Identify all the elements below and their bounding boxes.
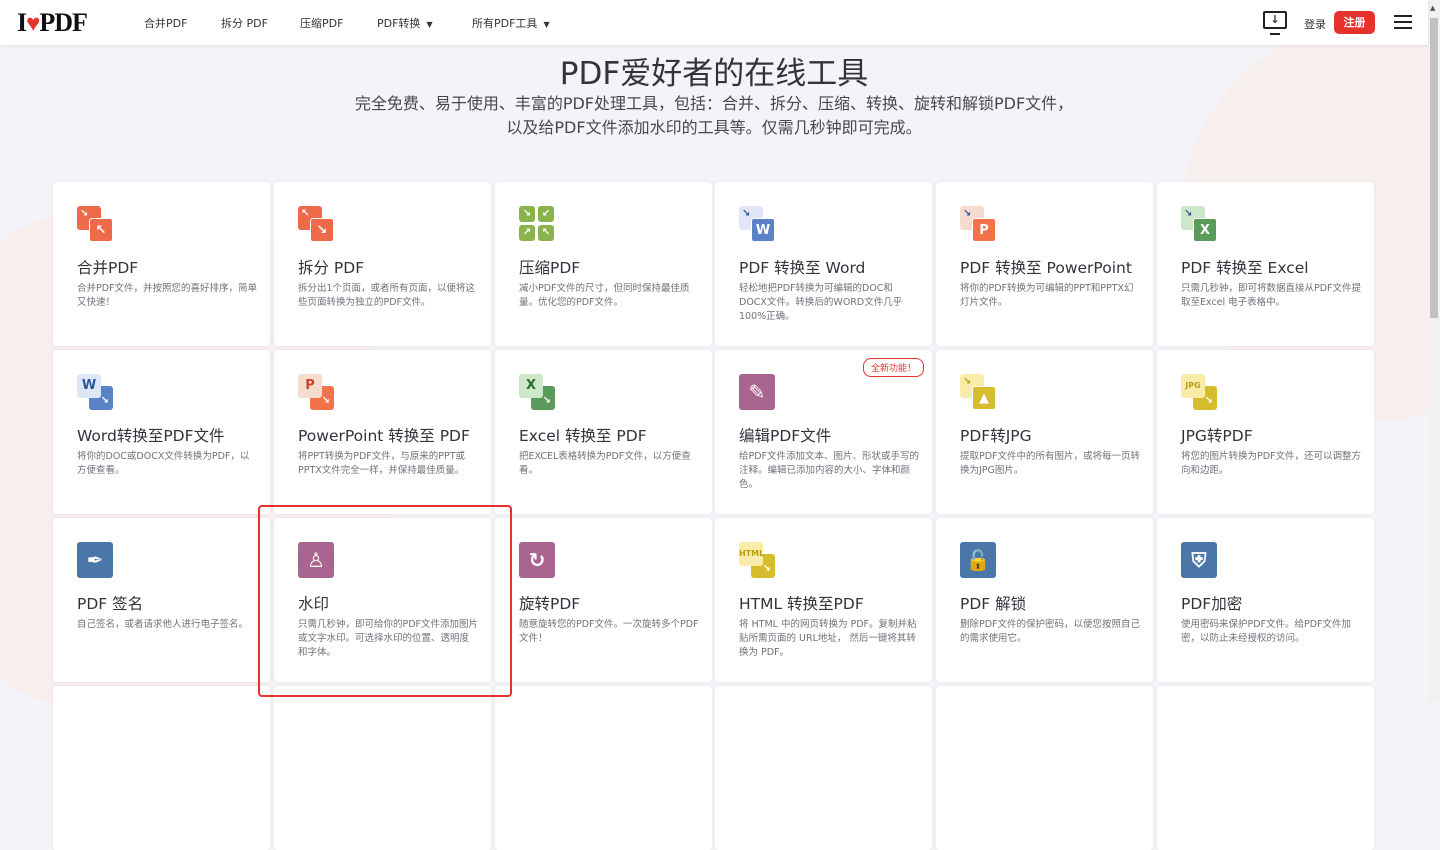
nav-split[interactable]: 拆分 PDF [221, 15, 268, 31]
tool-description: 拆分出1个页面，或者所有页面，以便将这些页面转换为独立的PDF文件。 [298, 283, 476, 308]
hamburger-menu-icon[interactable] [1394, 15, 1412, 29]
tool-description: 提取PDF文件中的所有图片，或将每一页转换为JPG图片。 [960, 451, 1141, 476]
tool-card[interactable]: ↘ ▲ PDF转JPG 提取PDF文件中的所有图片，或将每一页转换为JPG图片。 [936, 350, 1153, 514]
tool-card[interactable]: ↘ ↖ 合并PDF 合并PDF文件，并按照您的喜好排序，简单又快速！ [53, 182, 270, 346]
tool-card[interactable]: ↖ ↘ 拆分 PDF 拆分出1个页面，或者所有页面，以便将这些页面转换为独立的PDF文… [274, 182, 491, 346]
nav-convert-label: PDF转换 [377, 17, 421, 30]
scrollbar-thumb[interactable] [1430, 18, 1438, 318]
nav-all-tools-label: 所有PDF工具 [472, 17, 538, 30]
tool-card[interactable] [53, 686, 270, 850]
login-link[interactable]: 登录 [1304, 16, 1326, 32]
page-subtitle: 完全免费、易于使用、丰富的PDF处理工具，包括：合并、拆分、压缩、转换、旋转和解… [354, 94, 1074, 137]
tool-card[interactable]: ↘ ↙ ↗ ↖ 压缩PDF 减小PDF文件的尺寸，但同时保持最佳质量。优化您的PDF文件。 [495, 182, 712, 346]
pdf-to-word-icon: ↘ W [739, 206, 775, 242]
tool-description: 使用密码来保护PDF文件。给PDF文件加密，以防止未经授权的访问。 [1181, 619, 1352, 644]
ilovepdf-logo[interactable]: I♥PDF [17, 8, 88, 38]
tool-title: PDF 解锁 [960, 595, 1027, 613]
tool-description: 轻松地把PDF转换为可编辑的DOC和DOCX文件。转换后的WORD文件几乎100… [739, 283, 903, 322]
tool-title: PDF 签名 [77, 595, 144, 613]
register-button[interactable]: 注册 [1334, 11, 1375, 34]
tool-description: 减小PDF文件的尺寸，但同时保持最佳质量。优化您的PDF文件。 [519, 283, 690, 308]
tool-title: PDF转JPG [960, 427, 1032, 445]
rotate-icon: ↻ [519, 542, 555, 578]
powerpoint-to-pdf-icon: ↘ P [298, 374, 334, 410]
tool-description: 将你的PDF转换为可编辑的PPT和PPTX幻灯片文件。 [960, 283, 1134, 308]
tool-description: 给PDF文件添加文本、图片、形状或手写的注释。编辑已添加内容的大小、字体和颜色。 [739, 451, 920, 490]
tool-description: 将PPT转换为PDF文件，与原来的PPT或PPTX文件完全一样，并保持最佳质量。 [298, 451, 466, 476]
tool-description: 合并PDF文件，并按照您的喜好排序，简单又快速！ [77, 283, 258, 308]
page-title: PDF爱好者的在线工具 [559, 56, 869, 92]
caret-down-icon: ▼ [426, 20, 433, 29]
tool-title: 合并PDF [77, 259, 139, 277]
tool-card[interactable] [495, 686, 712, 850]
tool-title: 压缩PDF [519, 259, 581, 277]
tool-card[interactable]: ↘ JPG JPG转PDF 将您的图片转换为PDF文件，还可以调整方向和边距。 [1157, 350, 1374, 514]
tool-title: PDF 转换至 Word [739, 259, 866, 277]
tool-card[interactable]: ✒ PDF 签名自己签名，或者请求他人进行电子签名。 [53, 518, 270, 682]
tool-title: JPG转PDF [1181, 427, 1253, 445]
tool-title: 编辑PDF文件 [739, 427, 832, 445]
top-nav: I♥PDF 合并PDF 拆分 PDF 压缩PDF PDF转换 ▼ 所有PDF工具 ▼… [0, 0, 1428, 45]
merge-icon: ↘ ↖ [77, 206, 113, 242]
edit-pdf-icon: ✎ [739, 374, 775, 410]
tool-card[interactable]: ↻ 旋转PDF 随意旋转您的PDF文件。一次旋转多个PDF文件！ [495, 518, 712, 682]
tool-card[interactable]: ↘ W PDF 转换至 Word 轻松地把PDF转换为可编辑的DOC和DOCX文件。转… [715, 182, 932, 346]
tool-description: 将 HTML 中的网页转换为 PDF。复制并粘贴所需页面的 URL地址， 然后一… [739, 619, 917, 658]
shield-lock-icon: ⛨ [1181, 542, 1217, 578]
tool-title: 旋转PDF [519, 595, 581, 613]
tool-card[interactable]: ✎ 编辑PDF文件给PDF文件添加文本、图片、形状或手写的注释。编辑已添加内容的大… [715, 350, 932, 514]
nav-merge[interactable]: 合并PDF [144, 15, 187, 31]
tool-description: 自己签名，或者请求他人进行电子签名。 [77, 619, 249, 630]
tool-card[interactable]: 🔓 PDF 解锁删除PDF文件的保护密码，以便您按照自己的需求使用它。 [936, 518, 1153, 682]
tool-description: 随意旋转您的PDF文件。一次旋转多个PDF文件！ [519, 619, 699, 644]
tool-title: PDF 转换至 PowerPoint [960, 259, 1132, 277]
desktop-download-icon[interactable]: ↓ [1263, 11, 1287, 35]
tool-card[interactable] [715, 686, 932, 850]
tool-title: Excel 转换至 PDF [519, 427, 647, 445]
tool-title: HTML 转换至PDF [739, 595, 864, 613]
tool-description: 只需几秒钟，即可将数据直接从PDF文件提取至Excel 电子表格中。 [1181, 283, 1362, 308]
tool-description: 把EXCEL表格转换为PDF文件，以方便查看。 [519, 451, 691, 476]
highlight-box [258, 505, 512, 697]
tool-description: 将您的图片转换为PDF文件，还可以调整方向和边距。 [1181, 451, 1362, 476]
scrollbar[interactable]: ▲ [1428, 0, 1440, 701]
nav-all-tools-dropdown[interactable]: 所有PDF工具 ▼ [472, 15, 550, 31]
sign-pen-icon: ✒ [77, 542, 113, 578]
tool-title: PowerPoint 转换至 PDF [298, 427, 470, 445]
pdf-to-powerpoint-icon: ↘ P [960, 206, 996, 242]
excel-to-pdf-icon: ↘ X [519, 374, 555, 410]
tool-description: 删除PDF文件的保护密码，以便您按照自己的需求使用它。 [960, 619, 1141, 644]
tool-card[interactable] [936, 686, 1153, 850]
caret-down-icon: ▼ [543, 20, 550, 29]
html-to-pdf-icon: ↘ HTML [739, 542, 775, 578]
nav-convert-dropdown[interactable]: PDF转换 ▼ [377, 15, 433, 31]
new-feature-badge: 全新功能！ [862, 358, 924, 377]
tool-card[interactable]: ↘ X PDF 转换至 Excel 只需几秒钟，即可将数据直接从PDF文件提取至Exc… [1157, 182, 1374, 346]
tool-title: PDF加密 [1181, 595, 1243, 613]
tool-description: 将你的DOC或DOCX文件转换为PDF，以方便查看。 [77, 451, 250, 476]
tool-card[interactable]: ↘ X Excel 转换至 PDF 把EXCEL表格转换为PDF文件，以方便查看。 [495, 350, 712, 514]
split-icon: ↖ ↘ [298, 206, 334, 242]
word-to-pdf-icon: ↘ W [77, 374, 113, 410]
tool-title: PDF 转换至 Excel [1181, 259, 1309, 277]
tool-card[interactable]: ↘ W Word转换至PDF文件将你的DOC或DOCX文件转换为PDF，以方便查看。 [53, 350, 270, 514]
tool-card[interactable]: ⛨ PDF加密使用密码来保护PDF文件。给PDF文件加密，以防止未经授权的访问。 [1157, 518, 1374, 682]
tool-card[interactable]: ↘ P PowerPoint 转换至 PDF 将PPT转换为PDF文件，与原来的PPT… [274, 350, 491, 514]
pdf-to-jpg-icon: ↘ ▲ [960, 374, 996, 410]
nav-compress[interactable]: 压缩PDF [300, 15, 343, 31]
tool-title: 拆分 PDF [298, 259, 365, 277]
jpg-to-pdf-icon: ↘ JPG [1181, 374, 1217, 410]
tool-card[interactable]: ↘ P PDF 转换至 PowerPoint 将你的PDF转换为可编辑的PPT和PPT… [936, 182, 1153, 346]
tool-title: Word转换至PDF文件 [77, 427, 225, 445]
tool-card[interactable]: ↘ HTML HTML 转换至PDF 将 HTML 中的网页转换为 PDF。复制并粘贴… [715, 518, 932, 682]
scroll-up-arrow-icon[interactable]: ▲ [1430, 4, 1435, 12]
unlock-icon: 🔓 [960, 542, 996, 578]
pdf-to-excel-icon: ↘ X [1181, 206, 1217, 242]
tool-card[interactable] [1157, 686, 1374, 850]
compress-icon: ↘ ↙ ↗ ↖ [519, 206, 555, 242]
tool-card[interactable] [274, 686, 491, 850]
